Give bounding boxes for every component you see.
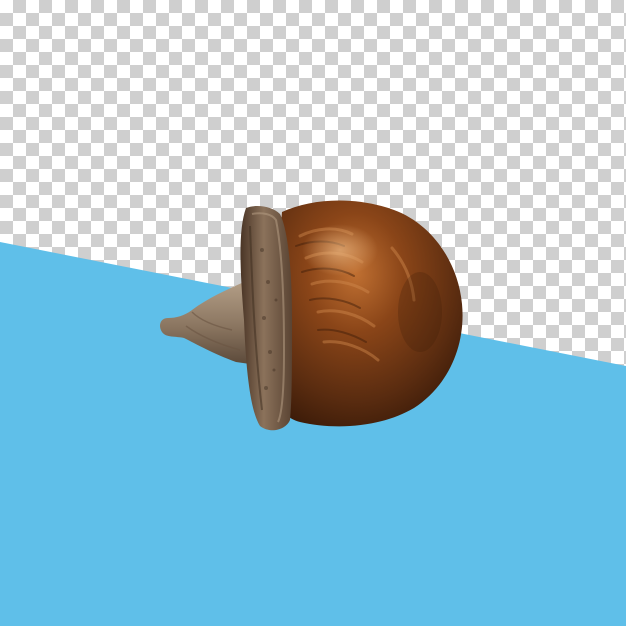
acorn-scene bbox=[0, 200, 626, 626]
image-canvas bbox=[0, 0, 626, 626]
